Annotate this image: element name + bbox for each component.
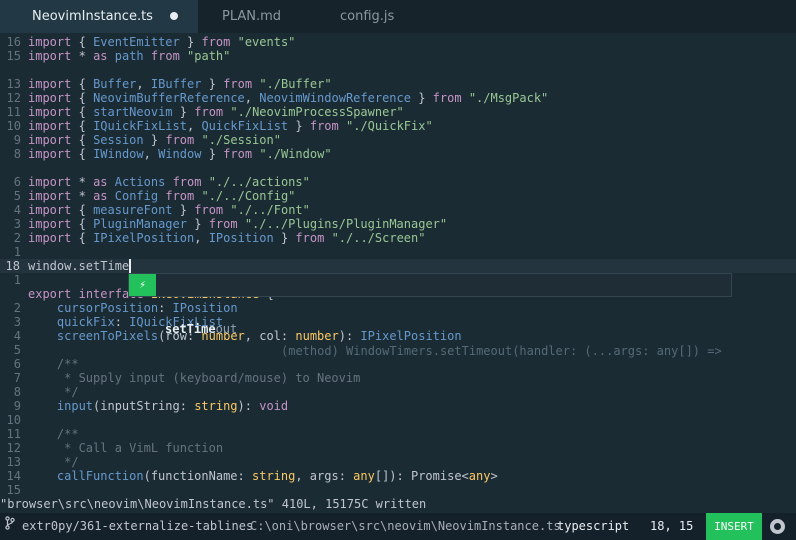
code-line: 3 import { PluginManager } from "./../Plu… (13, 217, 448, 231)
language-mode[interactable]: typescript (557, 513, 629, 540)
tab-label: config.js (340, 9, 395, 24)
git-branch-icon (5, 513, 15, 540)
code-line: 3 quickFix: IQuickFixList (13, 315, 224, 329)
code-line: 2 import { IPixelPosition, IPosition } fr… (13, 231, 426, 245)
method-icon: ⚡ (129, 274, 156, 296)
code-line: 7 * Supply input (keyboard/mouse) to Neo… (13, 371, 361, 385)
command-line-message: "browser\src\neovim\NeovimInstance.ts" 4… (0, 497, 427, 511)
completion-item-label[interactable]: setTimeout (165, 318, 237, 340)
code-line: 6 import * as Actions from "./../actions" (13, 175, 310, 189)
file-path: C:\oni\browser\src\neovim\NeovimInstance… (250, 519, 561, 533)
code-line: 13 */ (6, 455, 79, 469)
code-line: 5 import * as Config from "./../Config" (13, 189, 296, 203)
modified-dot-icon (170, 12, 178, 20)
cursor-position: 18, 15 (650, 519, 694, 533)
git-branch-name[interactable]: extr0py/361-externalize-tablines (22, 513, 253, 540)
code-line: 9 input(inputString: string): void (13, 399, 289, 413)
tab-label: PLAN.md (222, 9, 282, 24)
vim-mode-badge: INSERT (706, 513, 762, 540)
code-line: 4 import { measureFont } from "./../Font" (13, 203, 310, 217)
code-line: 15 (6, 483, 21, 497)
status-bar: extr0py/361-externalize-tablines C:\oni\… (0, 513, 796, 540)
current-line[interactable]: 18 window.setTime (0, 259, 796, 273)
tab-bar: NeovimInstance.ts PLAN.md config.js (0, 0, 796, 33)
code-line: 13 import { Buffer, IBuffer } from "./Buf… (6, 77, 332, 91)
code-line: 14 callFunction(functionName: string, ar… (6, 469, 498, 483)
code-line: 10 (6, 413, 21, 427)
code-line: 16 import { EventEmitter } from "events" (6, 35, 296, 49)
code-line: 2 cursorPosition: IPosition (13, 301, 238, 315)
tab-plan[interactable]: PLAN.md (198, 0, 318, 33)
code-line: 12 import { NeovimBufferReference, Neovim… (6, 91, 549, 105)
editor-buffer[interactable]: 16 import { EventEmitter } from "events" … (0, 34, 796, 497)
text-cursor (129, 259, 132, 273)
tab-label: NeovimInstance.ts (32, 9, 153, 24)
code-line: 1 (13, 245, 21, 259)
completion-popup[interactable]: ⚡ setTimeout (method) WindowTimers.setTi… (128, 273, 732, 358)
completion-item-detail: (method) WindowTimers.setTimeout(handler… (281, 344, 729, 358)
code-line: 8 import { IWindow, Window } from "./Wind… (13, 147, 332, 161)
code-line: 15 import * as path from "path" (6, 49, 231, 63)
code-line: 11 import { startNeovim } from "./NeovimP… (6, 105, 404, 119)
code-line: 8 */ (13, 385, 79, 399)
code-line: 11 /** (6, 427, 79, 441)
tab-config[interactable]: config.js (318, 0, 438, 33)
code-line: 10 import { IQuickFixList, QuickFixList }… (6, 119, 433, 133)
code-line: 12 * Call a VimL function (6, 441, 224, 455)
tab-neoviminstance[interactable]: NeovimInstance.ts (0, 0, 198, 33)
github-icon[interactable] (770, 519, 785, 534)
code-line: 9 import { Session } from "./Session" (13, 133, 281, 147)
